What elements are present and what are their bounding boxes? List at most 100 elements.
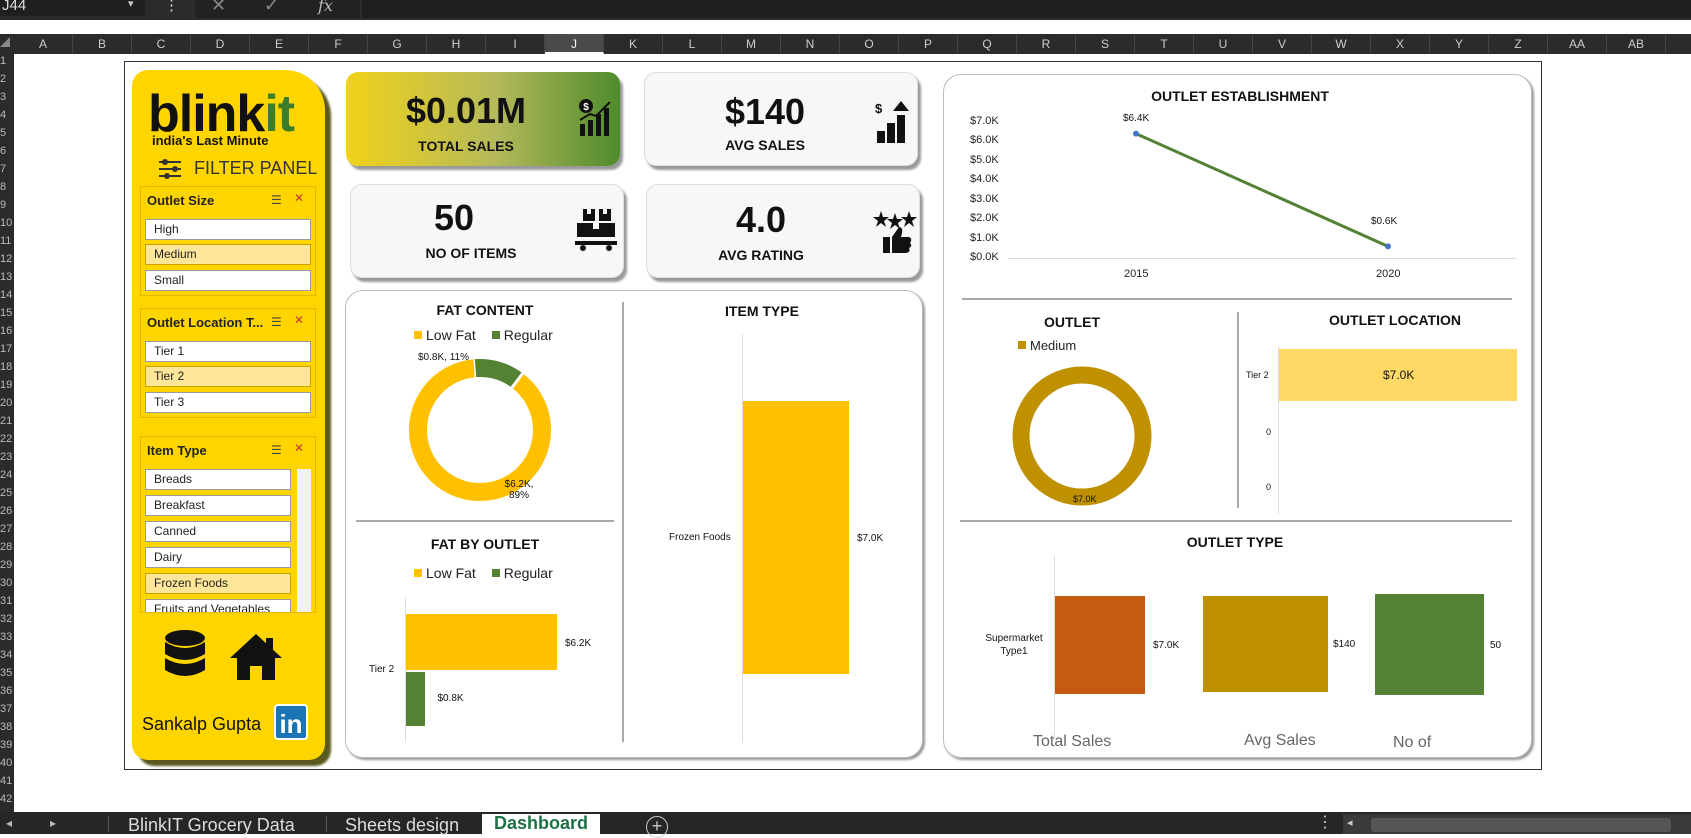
slicer-item[interactable]: Medium xyxy=(145,244,311,265)
row-header[interactable]: 8 xyxy=(0,180,14,194)
row-header[interactable]: 1 xyxy=(0,54,14,68)
row-header[interactable]: 36 xyxy=(0,684,14,698)
column-header[interactable]: H xyxy=(427,34,486,54)
scroll-thumb[interactable] xyxy=(1371,818,1671,832)
database-icon[interactable] xyxy=(165,630,205,689)
column-header[interactable]: N xyxy=(781,34,840,54)
row-header[interactable]: 17 xyxy=(0,342,14,356)
column-header[interactable]: L xyxy=(663,34,722,54)
slicer-item[interactable]: Small xyxy=(145,270,311,291)
multi-select-icon[interactable]: ☰ xyxy=(271,443,282,457)
row-header[interactable]: 28 xyxy=(0,540,14,554)
row-header[interactable]: 5 xyxy=(0,126,14,140)
column-header[interactable]: AB xyxy=(1607,34,1666,54)
clear-filter-icon[interactable]: ✕ xyxy=(294,313,304,327)
slicer-item[interactable]: High xyxy=(145,219,311,240)
row-header[interactable]: 20 xyxy=(0,396,14,410)
row-header[interactable]: 7 xyxy=(0,162,14,176)
tab-prev-icon[interactable]: ◂ xyxy=(6,816,12,830)
insert-function-icon[interactable]: fx xyxy=(318,0,333,15)
select-all-corner[interactable] xyxy=(0,37,10,47)
row-header[interactable]: 6 xyxy=(0,144,14,158)
column-header[interactable]: T xyxy=(1135,34,1194,54)
formula-input[interactable] xyxy=(362,0,1691,18)
row-header[interactable]: 35 xyxy=(0,666,14,680)
name-box[interactable]: J44 ▾ xyxy=(0,0,145,16)
slicer-item[interactable]: Tier 1 xyxy=(145,341,311,362)
slicer-item[interactable]: Tier 3 xyxy=(145,392,311,413)
row-header[interactable]: 37 xyxy=(0,702,14,716)
tab-sheets-design[interactable]: Sheets design xyxy=(345,816,459,834)
slicer-item[interactable]: Tier 2 xyxy=(145,366,311,387)
row-header[interactable]: 16 xyxy=(0,324,14,338)
row-header[interactable]: 30 xyxy=(0,576,14,590)
add-sheet-icon[interactable]: + xyxy=(646,816,668,838)
slicer-item[interactable]: Canned xyxy=(145,521,291,542)
row-header[interactable]: 12 xyxy=(0,252,14,266)
column-header[interactable]: M xyxy=(722,34,781,54)
row-header[interactable]: 42 xyxy=(0,792,14,806)
slicer-item[interactable]: Fruits and Vegetables xyxy=(145,599,291,612)
row-header[interactable]: 25 xyxy=(0,486,14,500)
column-header[interactable]: P xyxy=(899,34,958,54)
column-header[interactable]: X xyxy=(1371,34,1430,54)
enter-icon[interactable]: ✓ xyxy=(264,0,279,16)
row-header[interactable]: 34 xyxy=(0,648,14,662)
column-header[interactable]: S xyxy=(1076,34,1135,54)
row-header[interactable]: 15 xyxy=(0,306,14,320)
column-header[interactable]: A xyxy=(14,34,73,54)
row-header[interactable]: 26 xyxy=(0,504,14,518)
column-header[interactable]: B xyxy=(73,34,132,54)
tab-blinkit-grocery-data[interactable]: BlinkIT Grocery Data xyxy=(128,816,295,834)
more-icon[interactable]: ⋮ xyxy=(164,0,179,14)
slicer-item[interactable]: Dairy xyxy=(145,547,291,568)
cancel-icon[interactable]: ✕ xyxy=(211,0,226,16)
row-header[interactable]: 21 xyxy=(0,414,14,428)
more-icon[interactable]: ⋮ xyxy=(1317,812,1333,832)
row-header[interactable]: 14 xyxy=(0,288,14,302)
row-header[interactable]: 2 xyxy=(0,72,14,86)
column-header[interactable]: D xyxy=(191,34,250,54)
slicer-item[interactable]: Frozen Foods xyxy=(145,573,291,594)
horizontal-scrollbar[interactable] xyxy=(1343,814,1691,834)
row-header[interactable]: 40 xyxy=(0,756,14,770)
slicer-scrollbar[interactable] xyxy=(297,469,311,612)
home-icon[interactable] xyxy=(228,632,284,687)
row-header[interactable]: 38 xyxy=(0,720,14,734)
row-header[interactable]: 41 xyxy=(0,774,14,788)
row-header[interactable]: 32 xyxy=(0,612,14,626)
column-header[interactable]: E xyxy=(250,34,309,54)
multi-select-icon[interactable]: ☰ xyxy=(271,315,282,329)
tab-dashboard[interactable]: Dashboard xyxy=(482,814,601,834)
row-header[interactable]: 22 xyxy=(0,432,14,446)
column-header[interactable]: Q xyxy=(958,34,1017,54)
row-header[interactable]: 19 xyxy=(0,378,14,392)
linkedin-icon[interactable]: in xyxy=(274,704,308,740)
multi-select-icon[interactable]: ☰ xyxy=(271,193,282,207)
column-header[interactable]: AA xyxy=(1548,34,1607,54)
tab-next-icon[interactable]: ▸ xyxy=(50,816,56,830)
row-header[interactable]: 9 xyxy=(0,198,14,212)
column-header[interactable]: U xyxy=(1194,34,1253,54)
row-header[interactable]: 18 xyxy=(0,360,14,374)
column-header[interactable]: G xyxy=(368,34,427,54)
row-header[interactable]: 24 xyxy=(0,468,14,482)
row-header[interactable]: 31 xyxy=(0,594,14,608)
column-header[interactable]: Y xyxy=(1430,34,1489,54)
row-header[interactable]: 33 xyxy=(0,630,14,644)
column-header[interactable]: R xyxy=(1017,34,1076,54)
row-header[interactable]: 29 xyxy=(0,558,14,572)
slicer-item[interactable]: Breads xyxy=(145,469,291,490)
column-header[interactable]: I xyxy=(486,34,545,54)
row-header[interactable]: 4 xyxy=(0,108,14,122)
column-header[interactable]: O xyxy=(840,34,899,54)
row-header[interactable]: 10 xyxy=(0,216,14,230)
column-header[interactable]: V xyxy=(1253,34,1312,54)
clear-filter-icon[interactable]: ✕ xyxy=(294,441,304,455)
row-header[interactable]: 11 xyxy=(0,234,14,248)
row-header[interactable]: 27 xyxy=(0,522,14,536)
row-header[interactable]: 3 xyxy=(0,90,14,104)
column-header[interactable]: W xyxy=(1312,34,1371,54)
column-header[interactable]: K xyxy=(604,34,663,54)
column-header[interactable]: J xyxy=(545,34,604,54)
